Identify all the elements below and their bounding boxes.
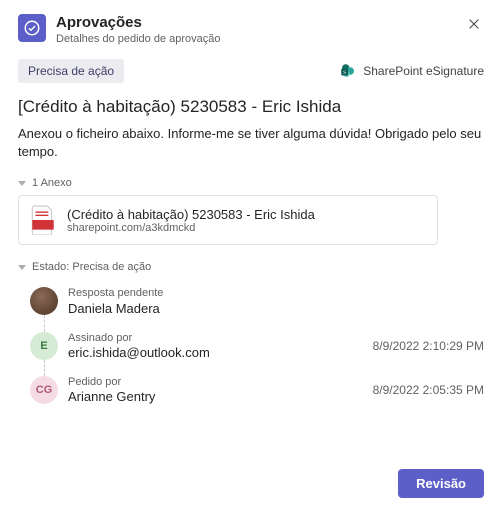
timeline-caption: Assinado por (68, 332, 363, 345)
avatar (30, 287, 58, 315)
timeline-name: Arianne Gentry (68, 389, 363, 404)
review-button[interactable]: Revisão (398, 469, 484, 498)
attachment-name: (Crédito à habitação) 5230583 - Eric Ish… (67, 207, 315, 222)
app-subtitle: Detalhes do pedido de aprovação (56, 33, 454, 45)
attachments-label: 1 Anexo (18, 177, 484, 189)
integration-label: SharePoint eSignature (363, 64, 484, 78)
avatar: E (30, 332, 58, 360)
sharepoint-icon: S (339, 62, 357, 80)
svg-text:S: S (343, 70, 346, 76)
request-body: Anexou o ficheiro abaixo. Informe-me se … (18, 125, 484, 161)
timeline-row-pending: Resposta pendente Daniela Madera (30, 279, 484, 323)
close-button[interactable] (464, 14, 484, 34)
attachment-item[interactable]: (Crédito à habitação) 5230583 - Eric Ish… (18, 195, 438, 245)
request-subject: [Crédito à habitação) 5230583 - Eric Ish… (18, 97, 484, 117)
app-title: Aprovações (56, 14, 454, 32)
timeline-timestamp: 8/9/2022 2:05:35 PM (373, 383, 484, 397)
avatar: CG (30, 376, 58, 404)
timeline-caption: Resposta pendente (68, 287, 474, 300)
approvals-app-icon (18, 14, 46, 42)
timeline-timestamp: 8/9/2022 2:10:29 PM (373, 339, 484, 353)
timeline-name: eric.ishida@outlook.com (68, 345, 363, 360)
integration-tag: S SharePoint eSignature (339, 62, 484, 80)
attachment-url: sharepoint.com/a3kdmckd (67, 222, 315, 234)
timeline: Resposta pendente Daniela Madera E Assin… (22, 279, 484, 412)
timeline-row-requested: CG Pedido por Arianne Gentry 8/9/2022 2:… (30, 368, 484, 412)
status-badge: Precisa de ação (18, 59, 124, 83)
pdf-file-icon (29, 204, 57, 236)
state-label: Estado: Precisa de ação (18, 261, 484, 273)
timeline-caption: Pedido por (68, 376, 363, 389)
timeline-row-signed: E Assinado por eric.ishida@outlook.com 8… (30, 324, 484, 368)
timeline-name: Daniela Madera (68, 301, 474, 316)
